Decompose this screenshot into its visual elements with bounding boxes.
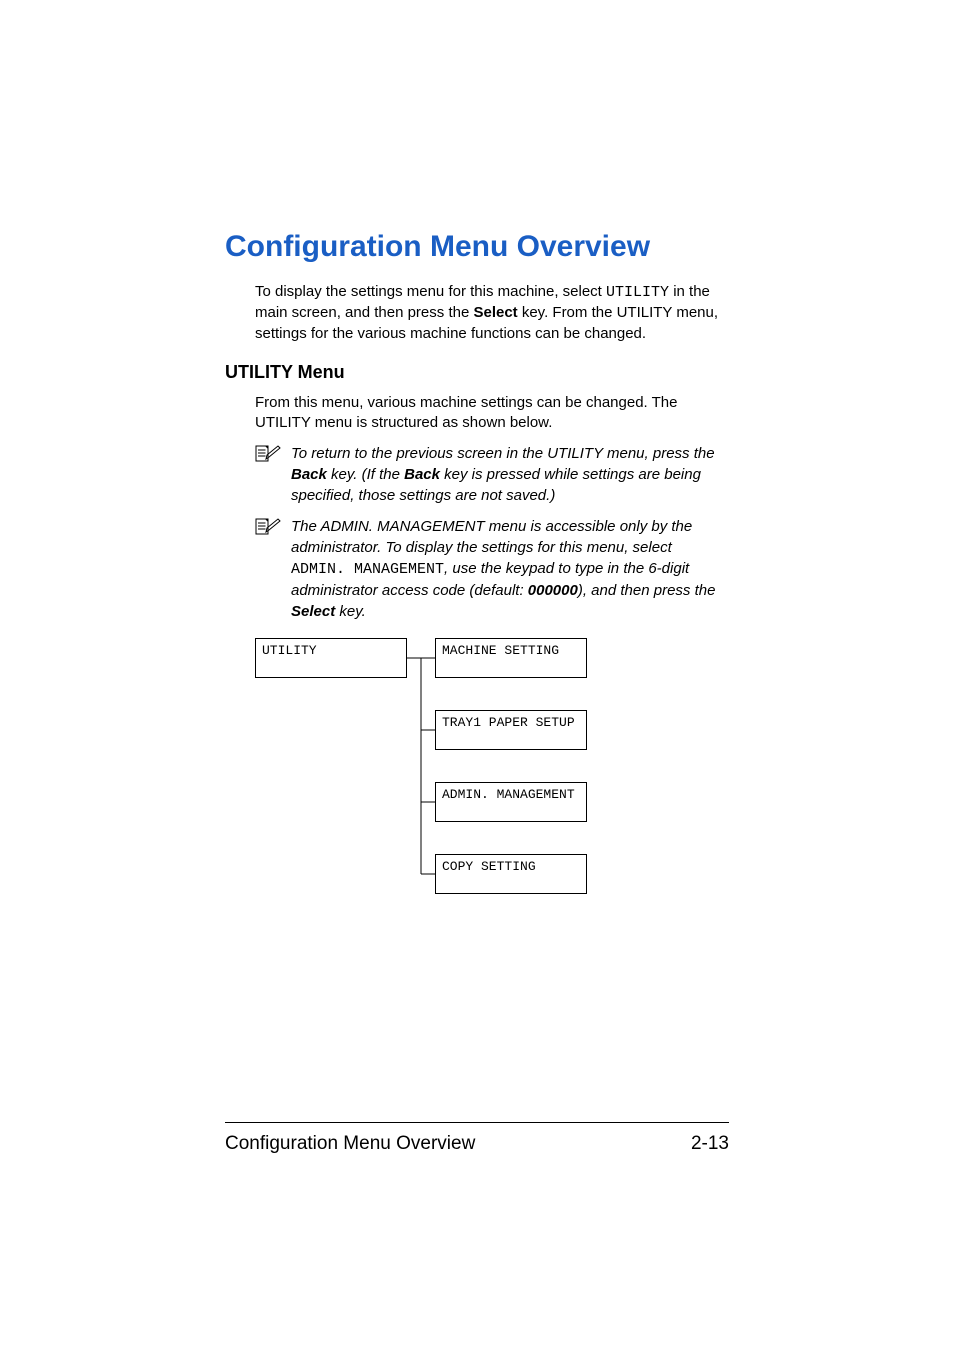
note2-g: key. [335,603,366,620]
footer-page-number: 2-13 [691,1133,729,1155]
intro-text-a: To display the settings menu for this ma… [255,283,606,300]
note2-code-admin: ADMIN. MANAGEMENT [291,561,444,578]
note1-back-2: Back [404,466,440,483]
intro-bold-select: Select [473,304,517,321]
note1-a: To return to the previous screen in the … [291,445,715,462]
note-icon [255,518,281,536]
footer-row: Configuration Menu Overview 2-13 [225,1133,729,1155]
note2-select: Select [291,603,335,620]
diagram-item-machine-setting: MACHINE SETTING [435,638,587,678]
diagram-item-copy-setting: COPY SETTING [435,854,587,894]
note-2: The ADMIN. MANAGEMENT menu is accessible… [255,516,729,622]
note-2-text: The ADMIN. MANAGEMENT menu is accessible… [291,516,729,622]
page-title: Configuration Menu Overview [225,230,729,264]
footer-rule [225,1122,729,1123]
note2-default-code: 000000 [528,582,578,599]
note-icon [255,445,281,463]
page-footer: Configuration Menu Overview 2-13 [225,1122,729,1155]
note2-e: ), and then press the [578,582,716,599]
note1-back-1: Back [291,466,327,483]
section-paragraph: From this menu, various machine settings… [255,393,729,434]
intro-paragraph: To display the settings menu for this ma… [255,282,729,344]
intro-code-utility: UTILITY [606,284,669,301]
section-heading: UTILITY Menu [225,362,729,383]
diagram-item-admin-management: ADMIN. MANAGEMENT [435,782,587,822]
note2-a: The ADMIN. MANAGEMENT menu is accessible… [291,518,692,556]
note1-c: key. (If the [327,466,404,483]
note-1-text: To return to the previous screen in the … [291,443,729,506]
page: Configuration Menu Overview To display t… [0,0,954,1350]
menu-diagram: UTILITY MACHINE SETTING TRAY1 PAPER SETU… [255,638,729,896]
note-1: To return to the previous screen in the … [255,443,729,506]
diagram-connector [407,638,435,896]
diagram-children: MACHINE SETTING TRAY1 PAPER SETUP ADMIN.… [435,638,587,894]
diagram-root-box: UTILITY [255,638,407,678]
footer-left: Configuration Menu Overview [225,1133,475,1155]
diagram-item-tray1-paper-setup: TRAY1 PAPER SETUP [435,710,587,750]
